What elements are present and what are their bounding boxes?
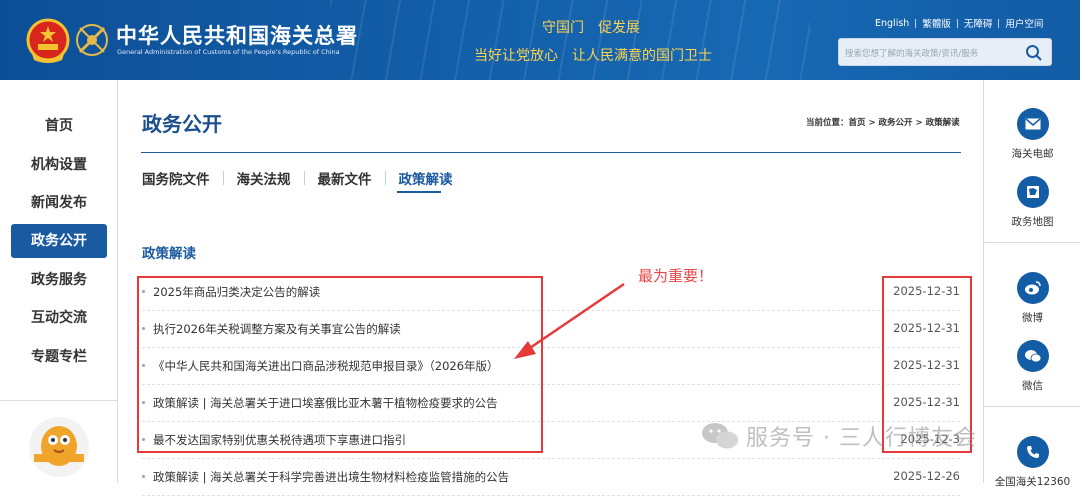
right-item-label[interactable]: 微博 bbox=[984, 310, 1080, 325]
divider bbox=[998, 18, 1000, 28]
nav-item-organization[interactable]: 机构设置 bbox=[11, 148, 107, 182]
divider bbox=[303, 171, 305, 185]
slogan-top: 守国门 促发展 bbox=[542, 20, 640, 36]
breadcrumb[interactable]: 当前位置：首页 > 政务公开 > 政策解读 bbox=[806, 116, 960, 128]
divider bbox=[984, 242, 1080, 243]
divider bbox=[384, 171, 386, 185]
watermark: 服务号 · 三人行博友会 bbox=[700, 420, 977, 452]
bullet-icon bbox=[142, 475, 145, 478]
search-icon[interactable] bbox=[1025, 44, 1043, 62]
list-item[interactable]: 政策解读 | 海关总署关于科学完善进出境生物材料检疫监管措施的公告 2025-1… bbox=[142, 459, 960, 496]
right-sidebar: 海关电邮 政务地图 微博 微信 全国海关12360 bbox=[983, 80, 1080, 488]
site-subtitle: General Administration of Customs of the… bbox=[117, 48, 340, 56]
tab-customs-regulations[interactable]: 海关法规 bbox=[237, 168, 291, 188]
nav-item-services[interactable]: 政务服务 bbox=[11, 263, 107, 297]
right-item-label[interactable]: 微信 bbox=[984, 378, 1080, 393]
tab-policy-interpretation[interactable]: 政策解读 bbox=[399, 168, 453, 188]
nav-item-interaction[interactable]: 互动交流 bbox=[11, 301, 107, 335]
tab-bar: 国务院文件 海关法规 最新文件 政策解读 bbox=[142, 168, 453, 188]
search-input[interactable]: 搜索您想了解的海关政策/资讯/服务 bbox=[845, 47, 1021, 59]
right-item-label[interactable]: 政务地图 bbox=[984, 214, 1080, 229]
list-item-date: 2025-12-26 bbox=[893, 469, 960, 483]
active-tab-indicator bbox=[397, 191, 441, 193]
right-item-label[interactable]: 海关电邮 bbox=[984, 146, 1080, 161]
right-item-label[interactable]: 全国海关12360 bbox=[984, 474, 1080, 489]
divider bbox=[915, 18, 917, 28]
link-traditional[interactable]: 繁體版 bbox=[922, 16, 951, 30]
header-background-texture bbox=[330, 0, 810, 80]
nav-item-topics[interactable]: 专题专栏 bbox=[11, 340, 107, 374]
section-title: 政策解读 bbox=[142, 246, 196, 262]
site-header: 中华人民共和国海关总署 General Administration of Cu… bbox=[0, 0, 1080, 80]
tab-state-council[interactable]: 国务院文件 bbox=[142, 168, 210, 188]
top-links: English 繁體版 无障碍 用户空间 bbox=[875, 16, 1043, 31]
divider bbox=[956, 18, 958, 28]
left-nav: 首页 机构设置 新闻发布 政务公开 政务服务 互动交流 专题专栏 bbox=[0, 80, 118, 483]
divider bbox=[222, 171, 224, 185]
mail-icon[interactable] bbox=[1017, 108, 1049, 140]
phone-icon[interactable] bbox=[1017, 436, 1049, 468]
watermark-text: 服务号 · 三人行博友会 bbox=[746, 426, 977, 451]
highlight-box-titles bbox=[137, 276, 543, 453]
annotation-arrow-icon bbox=[514, 282, 625, 359]
annotation-text: 最为重要！ bbox=[638, 267, 714, 285]
page-title: 政务公开 bbox=[142, 112, 222, 136]
nav-item-home[interactable]: 首页 bbox=[11, 109, 107, 143]
map-icon[interactable] bbox=[1017, 176, 1049, 208]
search-box[interactable]: 搜索您想了解的海关政策/资讯/服务 bbox=[838, 38, 1052, 66]
national-emblem-icon[interactable] bbox=[26, 18, 70, 64]
nav-item-government-affairs[interactable]: 政务公开 bbox=[11, 224, 107, 258]
divider bbox=[141, 152, 961, 153]
site-title[interactable]: 中华人民共和国海关总署 bbox=[116, 20, 358, 50]
wechat-watermark-icon bbox=[702, 423, 738, 449]
divider bbox=[0, 400, 118, 401]
link-accessibility[interactable]: 无障碍 bbox=[964, 16, 993, 30]
mascot-icon[interactable] bbox=[28, 416, 90, 478]
customs-logo-icon[interactable] bbox=[74, 22, 110, 58]
tab-latest-documents[interactable]: 最新文件 bbox=[318, 168, 372, 188]
divider bbox=[984, 406, 1080, 407]
weibo-icon[interactable] bbox=[1017, 272, 1049, 304]
link-english[interactable]: English bbox=[875, 18, 909, 29]
nav-item-news[interactable]: 新闻发布 bbox=[11, 186, 107, 220]
slogan-bottom: 当好让党放心 让人民满意的国门卫士 bbox=[474, 48, 712, 64]
wechat-icon[interactable] bbox=[1017, 340, 1049, 372]
link-user-space[interactable]: 用户空间 bbox=[1005, 16, 1043, 30]
